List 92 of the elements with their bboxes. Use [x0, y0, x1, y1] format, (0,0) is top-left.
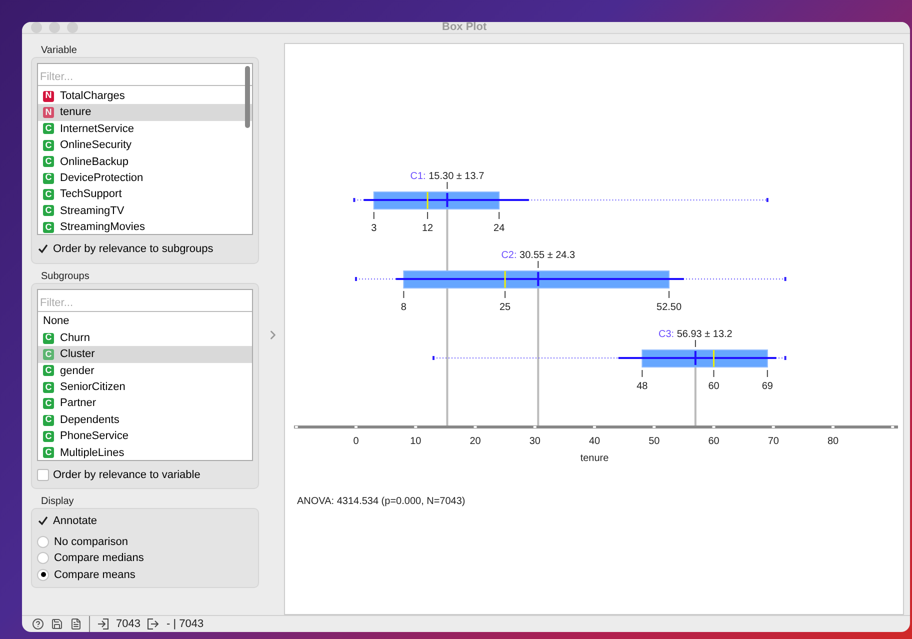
group-annotation: C1: 15.30 ± 13.7: [410, 171, 484, 182]
output-icon: [147, 618, 160, 630]
checkbox-label: Annotate: [53, 514, 98, 529]
type-badge: C: [43, 414, 54, 426]
quartile-label: 52.50: [656, 302, 682, 313]
window-title: Box Plot: [442, 22, 487, 36]
checkbox-label: Order by relevance to variable: [53, 468, 200, 482]
axis-tick-label: 0: [353, 436, 359, 447]
radio-label: Compare medians: [54, 551, 144, 566]
type-badge: C: [43, 382, 54, 393]
list-item[interactable]: N TotalCharges: [38, 88, 252, 104]
type-badge: N: [43, 90, 54, 102]
type-badge: C: [43, 205, 54, 216]
scrollbar-thumb[interactable]: [245, 66, 250, 128]
type-badge: C: [43, 189, 54, 200]
list-item[interactable]: None: [38, 314, 252, 330]
output-count: - | 7043: [166, 617, 204, 632]
input-icon: [97, 618, 109, 630]
filter-field[interactable]: Filter...: [38, 294, 252, 312]
axis-tick-label: 60: [708, 436, 720, 447]
quartile-label: 48: [636, 381, 648, 392]
median-marker: [713, 350, 714, 367]
window-control[interactable]: [31, 22, 42, 33]
axis-tick-label: 50: [648, 436, 660, 447]
anova-text: ANOVA: 4314.534 (p=0.000, N=7043): [297, 496, 466, 507]
mean-marker: [446, 193, 448, 207]
list-item[interactable]: C TechSupport: [38, 186, 252, 203]
type-badge: C: [43, 332, 54, 344]
list-item[interactable]: C Dependents: [38, 412, 252, 428]
list-item[interactable]: C InternetService: [38, 120, 252, 138]
input-count: 7043: [116, 617, 140, 632]
axis-tick-label: 70: [768, 436, 779, 447]
type-badge: C: [43, 123, 54, 134]
type-badge: C: [43, 348, 54, 360]
save-icon[interactable]: [51, 618, 63, 630]
quartile-label: 69: [762, 381, 773, 392]
list-item[interactable]: C SeniorCitizen: [38, 379, 252, 396]
radio-button[interactable]: [37, 536, 49, 548]
help-icon[interactable]: [32, 618, 44, 630]
mean-marker: [694, 351, 696, 365]
list-item[interactable]: N tenure: [38, 104, 252, 121]
radio-label: No comparison: [54, 534, 128, 550]
window-control[interactable]: [67, 22, 78, 33]
section-heading: Variable: [40, 44, 78, 57]
type-badge: C: [43, 398, 54, 410]
quartile-label: 60: [708, 381, 720, 392]
type-badge: C: [43, 365, 54, 376]
type-badge: N: [43, 107, 54, 118]
radio-button[interactable]: [37, 568, 49, 581]
list-item[interactable]: C gender: [38, 362, 252, 380]
list-item[interactable]: C Partner: [38, 395, 252, 412]
axis-tick-label: 20: [470, 436, 481, 447]
median-marker: [504, 271, 506, 288]
quartile-label: 12: [422, 223, 434, 234]
axis-tick-label: 80: [827, 436, 839, 447]
axis-label: tenure: [580, 453, 609, 464]
type-badge: C: [43, 172, 54, 184]
group-annotation: C2: 30.55 ± 24.3: [501, 250, 576, 261]
document-icon[interactable]: [70, 618, 82, 630]
section-heading: Display: [40, 495, 75, 508]
group-annotation: C3: 56.93 ± 13.2: [658, 329, 732, 340]
type-badge: C: [43, 447, 54, 458]
list-item[interactable]: C DeviceProtection: [38, 170, 252, 186]
list-item[interactable]: C StreamingTV: [38, 202, 252, 220]
list-item[interactable]: C StreamingMovies: [38, 219, 252, 236]
checkbox[interactable]: [37, 468, 49, 481]
list-item[interactable]: C OnlineBackup: [38, 154, 252, 170]
quartile-label: 8: [400, 302, 406, 313]
list-item[interactable]: C Cluster: [38, 346, 252, 363]
quartile-label: 25: [500, 302, 511, 313]
radio-label: Compare means: [54, 568, 136, 582]
median-marker: [426, 192, 428, 209]
axis-tick-label: 40: [588, 436, 600, 447]
radio-button[interactable]: [37, 552, 49, 564]
window-control[interactable]: [49, 22, 60, 33]
type-badge: C: [43, 156, 54, 168]
quartile-label: 24: [494, 223, 505, 234]
list-item[interactable]: C MultipleLines: [38, 444, 252, 462]
list-item[interactable]: C OnlineSecurity: [38, 137, 252, 154]
type-badge: C: [43, 140, 54, 151]
mean-marker: [537, 272, 540, 286]
checkbox-label: Order by relevance to subgroups: [53, 242, 214, 257]
list-item[interactable]: C PhoneService: [38, 428, 252, 445]
checkbox[interactable]: [37, 243, 49, 256]
list-item[interactable]: C Churn: [38, 330, 252, 346]
axis-tick-label: 10: [410, 436, 422, 447]
axis-tick-label: 30: [529, 436, 540, 447]
type-badge: C: [43, 222, 54, 233]
quartile-label: 3: [371, 223, 377, 234]
checkbox[interactable]: [37, 515, 49, 528]
section-heading: Subgroups: [40, 270, 90, 282]
type-badge: C: [43, 430, 54, 442]
